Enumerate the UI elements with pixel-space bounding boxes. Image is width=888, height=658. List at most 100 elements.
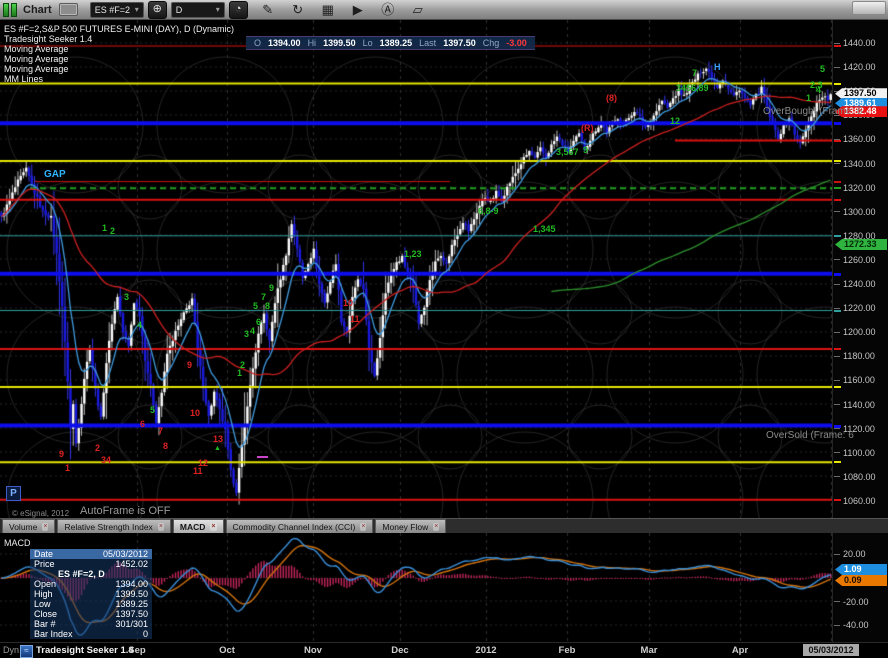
axis-tick-label: 1180.00: [843, 351, 875, 361]
window-title: Chart: [23, 4, 52, 16]
signal-label: 1,345: [533, 225, 556, 234]
axis-tick-label: 1220.00: [843, 303, 876, 313]
tab-macd[interactable]: MACD ×: [173, 519, 224, 534]
tooltip-row-value: 1394.00: [115, 579, 148, 589]
axis-tick-label: 1260.00: [843, 255, 876, 265]
signal-label: 6: [140, 420, 145, 429]
symbol-lookup-button[interactable]: ⊕: [148, 1, 167, 19]
mm-line-tick: [834, 348, 841, 350]
macd-value-tag: 0.09: [835, 575, 887, 586]
erase-button[interactable]: ▱: [408, 1, 428, 18]
signal-label: 34: [101, 456, 111, 465]
page-tab-partial[interactable]: Dyn: [3, 645, 19, 655]
overbought-label: OverBought (Frame: 6: [763, 106, 862, 117]
main-chart-canvas[interactable]: [0, 20, 832, 518]
interval-combo[interactable]: D ▾: [171, 2, 225, 18]
tab-label: MACD: [180, 522, 206, 532]
tooltip-row-value: 1389.25: [115, 599, 148, 609]
tab-volume[interactable]: Volume×: [2, 519, 55, 534]
tooltip-row-label: Close: [34, 609, 57, 619]
time-axis-strip: Dyn ≈ Tradesight Seeker 1.4 SepOctNovDec…: [0, 642, 888, 658]
tab-close-icon[interactable]: ×: [210, 523, 216, 531]
tab-close-icon[interactable]: ×: [360, 523, 366, 531]
main-chart-region: ES #F=2,S&P 500 FUTURES E-MINI (DAY), D …: [0, 20, 832, 518]
signal-label: 9: [269, 284, 274, 293]
axis-tick-label: 1240.00: [843, 279, 876, 289]
quote-board-button[interactable]: ▦: [318, 1, 338, 18]
chart-window-icon: [3, 3, 17, 17]
signal-label: 6,8-9: [478, 207, 499, 216]
oversold-label: OverSold (Frame: 6: [766, 430, 854, 441]
macd-value-axis[interactable]: 20.00-20.00-40.001.090.09: [832, 533, 888, 642]
signal-label: 11: [350, 315, 360, 324]
axis-tick: [834, 332, 840, 333]
signal-label: 4: [816, 86, 821, 95]
tab-label: Money Flow: [382, 522, 428, 532]
open-value: 1394.00: [268, 38, 301, 48]
tooltip-row-label: High: [34, 589, 53, 599]
replay-button[interactable]: ▶: [348, 1, 368, 18]
low-value: 1389.25: [380, 38, 413, 48]
tab-relative-strength-index[interactable]: Relative Strength Index ×: [57, 519, 170, 534]
tooltip-row-label: Bar #: [34, 619, 56, 629]
mm-line-tick: [834, 235, 841, 237]
time-template-button[interactable]: ◔: [229, 1, 248, 19]
data-tooltip: Date05/03/2012Price1452.02ES #F=2, DOpen…: [30, 549, 152, 639]
tooltip-row-value: 05/03/2012: [103, 549, 148, 559]
signal-label: 10: [343, 299, 353, 308]
tooltip-row: Bar #301/301: [30, 619, 152, 629]
mm-line-tick: [834, 273, 841, 276]
symbol-combo[interactable]: ES #F=2 ▾: [90, 2, 144, 18]
tab-commodity-channel-index-cci-[interactable]: Commodity Channel Index (CCI)×: [226, 519, 374, 534]
window-controls[interactable]: [852, 1, 886, 15]
tab-close-icon[interactable]: ×: [433, 523, 439, 531]
autoscale-button[interactable]: Ⓐ: [378, 1, 398, 18]
axis-tick: [834, 43, 840, 44]
high-label: Hi: [308, 38, 317, 48]
axis-tick: [834, 380, 840, 381]
signal-label: (8): [606, 94, 617, 103]
axis-tick: [834, 308, 840, 309]
refresh-icon: ↻: [292, 2, 303, 17]
target-icon: ⊕: [153, 3, 162, 15]
tooltip-row-value: 1399.50: [115, 589, 148, 599]
signal-label: 1: [102, 224, 107, 233]
month-label: Sep: [117, 645, 157, 656]
tab-close-icon[interactable]: ×: [158, 523, 164, 531]
axis-tick-label: 1320.00: [843, 183, 876, 193]
axis-tick-label: 1080.00: [843, 472, 876, 482]
tooltip-row: Price1452.02: [30, 559, 152, 569]
legend-study: Moving Average: [4, 44, 234, 54]
signal-label: (R): [581, 124, 594, 133]
axis-tick-label: -20.00: [843, 597, 869, 607]
tab-close-icon[interactable]: ×: [42, 523, 48, 531]
tab-label: Relative Strength Index: [64, 522, 152, 532]
axis-tick: [834, 163, 840, 164]
main-price-axis[interactable]: 1440.001420.001400.001380.001360.001340.…: [832, 20, 888, 518]
mm-line-tick: [834, 122, 841, 125]
draw-tool-button[interactable]: ✎: [258, 1, 278, 18]
mm-line-tick: [834, 310, 841, 312]
signal-label: 3: [124, 293, 129, 302]
tooltip-row: Bar Index0: [30, 629, 152, 639]
reload-button[interactable]: ↻: [288, 1, 308, 18]
axis-tick: [834, 356, 840, 357]
signal-label: 1: [65, 464, 70, 473]
legend-study: Tradesight Seeker 1.4: [4, 34, 234, 44]
signal-label: 3: [244, 330, 249, 339]
axis-tick-label: 1200.00: [843, 327, 876, 337]
axis-tick-label: 1440.00: [843, 38, 876, 48]
tooltip-row-label: Date: [34, 549, 53, 559]
signal-label: 9: [583, 146, 588, 155]
mm-line-tick: [834, 140, 841, 142]
tooltip-row-value: 1452.02: [115, 559, 148, 569]
tab-money-flow[interactable]: Money Flow ×: [375, 519, 446, 534]
month-label: Nov: [293, 645, 333, 656]
signal-label: 3456,89: [676, 84, 709, 93]
signal-label: 9: [59, 450, 64, 459]
legend-study: Moving Average: [4, 54, 234, 64]
axis-tick-label: -40.00: [843, 620, 869, 630]
mm-line-tick: [834, 160, 841, 162]
legend-study: MM Lines: [4, 74, 234, 84]
signal-label: 6: [256, 318, 261, 327]
